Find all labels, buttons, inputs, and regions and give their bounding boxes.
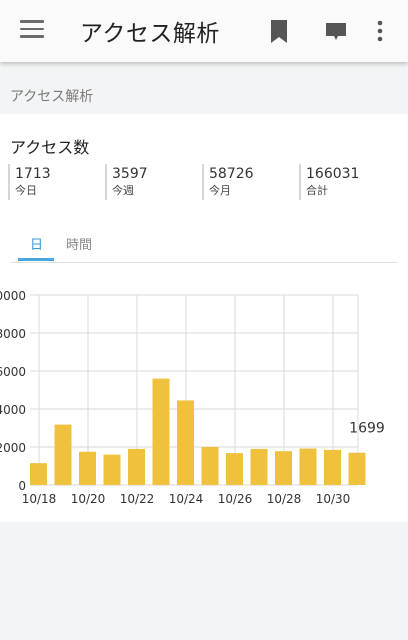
x-tick-label: 10/18	[22, 492, 57, 506]
more-vert-icon[interactable]	[376, 20, 384, 46]
y-tick-label: 6000	[0, 365, 26, 379]
stat-today: 1713 今日	[8, 164, 51, 200]
bar	[299, 448, 317, 485]
bar	[226, 453, 243, 485]
comment-icon[interactable]	[325, 22, 347, 46]
card-heading: アクセス数	[10, 138, 90, 157]
menu-icon[interactable]	[20, 20, 44, 40]
stats-row: 1713 今日 3597 今週 58726 今月 166031 合計	[0, 164, 408, 204]
stat-value: 1713	[15, 166, 51, 182]
tab-day[interactable]: 日	[30, 234, 43, 253]
bar	[103, 454, 121, 485]
x-tick-label: 10/30	[316, 492, 351, 506]
stat-total: 166031 合計	[299, 164, 359, 200]
stat-value: 58726	[209, 166, 254, 182]
tab-hour[interactable]: 時間	[66, 234, 92, 253]
x-tick-label: 10/28	[267, 492, 302, 506]
y-tick-label: 4000	[0, 403, 26, 417]
bookmark-icon[interactable]	[270, 20, 288, 48]
bar	[324, 449, 341, 485]
stat-label: 合計	[306, 184, 328, 197]
x-tick-label: 10/26	[218, 492, 253, 506]
stat-value: 3597	[112, 166, 148, 182]
stat-label: 今日	[15, 184, 37, 197]
y-tick-label: 2000	[0, 441, 26, 455]
x-tick-label: 10/20	[71, 492, 106, 506]
y-tick-label: 0	[18, 479, 26, 493]
tab-indicator	[18, 258, 54, 261]
bar	[79, 451, 96, 485]
bar	[348, 452, 366, 485]
bar	[201, 447, 219, 485]
y-tick-label: 10000	[0, 289, 26, 303]
tab-bar: 日 時間	[10, 226, 398, 263]
stat-label: 今月	[209, 184, 231, 197]
bar	[177, 400, 194, 485]
app-title: アクセス解析	[80, 21, 220, 47]
bar	[152, 378, 170, 485]
stat-month: 58726 今月	[202, 164, 254, 200]
data-label: 1699	[349, 421, 385, 437]
app-bar: アクセス解析	[0, 0, 408, 62]
access-bar-chart: 0 2000 4000 6000 8000 10000 10/18 10/20 10/22 10/…	[0, 289, 385, 506]
bar	[250, 448, 268, 485]
bar	[275, 451, 292, 485]
x-tick-label: 10/22	[120, 492, 155, 506]
section-label: アクセス解析	[10, 89, 94, 105]
stat-week: 3597 今週	[105, 164, 148, 200]
bar	[128, 448, 145, 485]
bar	[30, 463, 47, 485]
x-tick-label: 10/24	[169, 492, 204, 506]
stat-value: 166031	[306, 166, 360, 182]
access-card: アクセス数 1713 今日 3597 今週 58726 今月 166031 合計…	[0, 114, 408, 522]
y-tick-label: 8000	[0, 327, 26, 341]
bar	[54, 424, 72, 485]
stat-label: 今週	[112, 184, 134, 197]
